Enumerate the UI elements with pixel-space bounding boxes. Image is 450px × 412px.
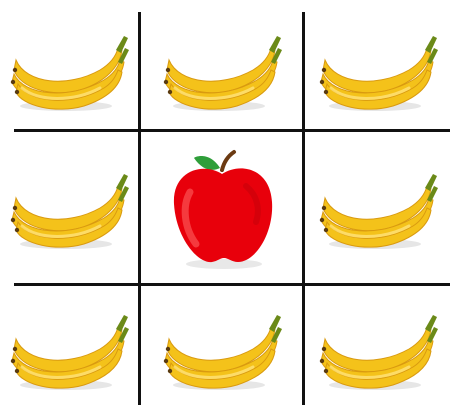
grid-cell-3	[305, 10, 450, 129]
banana-icon	[319, 35, 438, 111]
banana-icon	[10, 315, 129, 390]
apple-icon	[173, 149, 272, 269]
banana-icon	[319, 173, 438, 249]
grid-cell-5	[141, 132, 302, 283]
fruit-grid	[0, 0, 450, 412]
banana-icon	[163, 35, 282, 111]
grid-cell-7	[0, 286, 138, 412]
banana-icon	[10, 173, 129, 249]
grid-cell-9	[305, 286, 450, 412]
banana-icon	[163, 315, 282, 390]
grid-cell-2	[141, 10, 302, 129]
grid-cell-1	[0, 10, 138, 129]
banana-icon	[10, 35, 129, 111]
grid-cell-6	[305, 132, 450, 283]
grid-cell-8	[141, 286, 302, 412]
grid-cell-4	[0, 132, 138, 283]
banana-icon	[319, 315, 438, 390]
